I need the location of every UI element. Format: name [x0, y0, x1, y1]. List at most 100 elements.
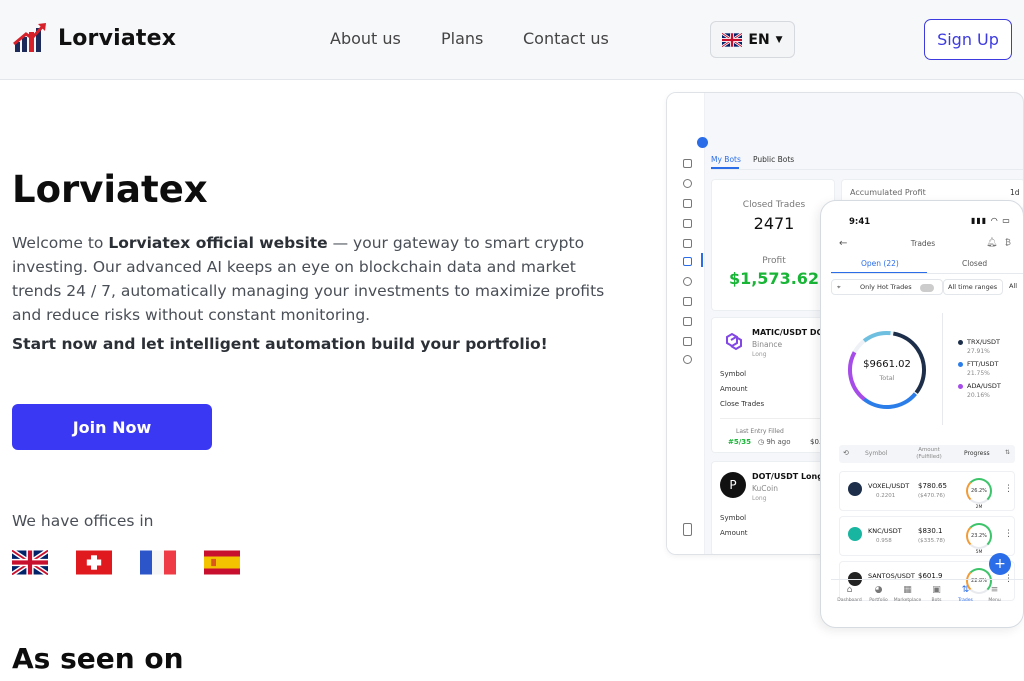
accumulated-period[interactable]: 1d — [1010, 188, 1020, 197]
bottom-nav-label: Portfolio — [869, 598, 888, 603]
bottom-nav-item[interactable]: ▣ Bots — [922, 585, 951, 615]
bottom-nav-icon: ⌂ — [846, 585, 853, 595]
portfolio-icon[interactable] — [683, 179, 692, 188]
site-header: Lorviatex About us Plans Contact us EN ▼… — [0, 0, 1024, 80]
trade-symbol: VOXEL/USDT — [868, 482, 910, 490]
donut-segment-other — [848, 331, 926, 410]
eye-icon[interactable] — [683, 277, 692, 286]
legend-pct: 21.75% — [967, 370, 990, 377]
uk-flag-icon — [722, 32, 743, 47]
header-amount[interactable]: Amount (Fulfilled) — [913, 447, 945, 461]
join-now-button[interactable]: Join Now — [12, 404, 212, 450]
united-kingdom-flag-icon — [12, 550, 48, 575]
closed-trades-label: Closed Trades — [742, 200, 806, 210]
trade-sub: 0.958 — [876, 538, 892, 544]
more-options-icon[interactable]: ⋮ — [1004, 529, 1013, 539]
sign-up-button[interactable]: Sign Up — [924, 19, 1012, 60]
trade-sub: 0.2201 — [876, 493, 896, 499]
coin-icon — [848, 482, 862, 496]
bot2-exchange: KuCoin — [752, 484, 778, 493]
tab-public-bots[interactable]: Public Bots — [753, 155, 794, 164]
users-icon[interactable] — [683, 317, 692, 326]
bottom-nav-item[interactable]: ▦ Marketplace — [893, 585, 922, 615]
bot1-exchange: Binance — [752, 340, 783, 349]
as-seen-on-title: As seen on — [12, 642, 184, 675]
legend-dot — [958, 384, 963, 389]
bots-icon[interactable] — [683, 257, 692, 266]
trade-fulfilled: ($335.78) — [918, 538, 946, 544]
brand-name: Lorviatex — [58, 25, 177, 51]
bottom-nav-icon: ◕ — [874, 585, 883, 595]
tab-my-bots[interactable]: My Bots — [711, 155, 741, 164]
bot1-count: #5/35 — [728, 438, 752, 446]
trades-table-header: ⟲ Symbol Amount (Fulfilled) Progress ⇅ — [839, 445, 1015, 463]
header-progress[interactable]: Progress — [964, 450, 990, 457]
bottom-nav-item[interactable]: ◕ Portfolio — [864, 585, 893, 615]
bottom-nav-icon: ≡ — [990, 585, 999, 595]
dashboard-icon[interactable] — [683, 159, 692, 168]
office-flags — [12, 550, 240, 575]
donut-divider — [942, 313, 943, 425]
profit-label: Profit — [762, 256, 786, 266]
legend-name: FTT/USDT — [967, 360, 999, 368]
header-symbol[interactable]: Symbol — [865, 450, 887, 457]
bottom-nav-label: Trades — [958, 598, 973, 603]
hero-cta-text: Start now and let intelligent automation… — [12, 335, 548, 353]
phone-tab-closed[interactable]: Closed — [962, 259, 987, 268]
all-filter[interactable]: All — [1009, 282, 1017, 290]
sort-icon[interactable]: ⇅ — [1005, 449, 1010, 456]
trade-amount: $780.65 — [918, 482, 947, 490]
trade-row[interactable]: KNC/USDT 0.958 $830.1 ($335.78) 23.2% 5M… — [839, 516, 1015, 556]
history-icon[interactable]: ⟲ — [843, 449, 849, 457]
bottom-nav-icon: ⇅ — [961, 585, 970, 595]
bot1-pair: MATIC/USDT DC — [752, 328, 823, 337]
gear-icon[interactable] — [683, 355, 692, 364]
legend-pct: 27.91% — [967, 348, 990, 355]
trade-progress: 26.2% — [971, 488, 987, 494]
chevron-down-icon: ▼ — [775, 34, 783, 45]
legend-name: TRX/USDT — [967, 338, 1000, 346]
phone-tab-open[interactable]: Open (22) — [861, 259, 899, 268]
offices-label: We have offices in — [12, 512, 154, 530]
dashboard-sidebar — [667, 93, 708, 554]
bottom-nav-label: Menu — [988, 598, 1001, 603]
marketplace-icon[interactable] — [683, 297, 692, 306]
swap-icon[interactable] — [683, 199, 692, 208]
bottom-nav-item[interactable]: ⌂ Dashboard — [835, 585, 864, 615]
switzerland-flag-icon — [76, 550, 112, 575]
hot-trades-toggle[interactable] — [920, 284, 934, 292]
intro-prefix: Welcome to — [12, 234, 109, 252]
bottom-nav-item[interactable]: ⇅ Trades — [951, 585, 980, 615]
bell-icon[interactable]: 🔔︎ — [986, 238, 997, 248]
nav-about-us[interactable]: About us — [330, 29, 401, 48]
hero-title: Lorviatex — [12, 168, 208, 211]
legend-dot — [958, 340, 963, 345]
mobile-icon[interactable] — [683, 523, 692, 536]
hot-trades-filter[interactable]: ⌖ Only Hot Trades — [831, 279, 943, 295]
bot1-time: ◷ 9h ago — [758, 438, 790, 446]
polkadot-logo-icon: P — [720, 472, 746, 498]
bottom-nav-icon: ▦ — [903, 585, 912, 595]
signal-icon[interactable] — [683, 239, 692, 248]
nav-contact-us[interactable]: Contact us — [523, 29, 609, 48]
bitcoin-icon[interactable]: ₿ — [1005, 238, 1011, 247]
bottom-nav-divider — [831, 579, 1023, 580]
collapse-icon[interactable] — [697, 137, 708, 148]
hot-trades-label: Only Hot Trades — [860, 283, 912, 291]
time-range-filter[interactable]: All time ranges — [943, 279, 1003, 295]
brand-logo[interactable]: Lorviatex — [12, 20, 176, 56]
filter-icon: ⌖ — [837, 283, 841, 291]
trade-row[interactable]: VOXEL/USDT 0.2201 $780.65 ($470.76) 26.2… — [839, 471, 1015, 511]
bottom-nav-item[interactable]: ≡ Menu — [980, 585, 1009, 615]
building-icon[interactable] — [683, 337, 692, 346]
nav-plans[interactable]: Plans — [441, 29, 483, 48]
donut-segment-ada — [848, 331, 926, 409]
bottom-nav-icon: ▣ — [932, 585, 941, 595]
language-code: EN — [748, 31, 770, 48]
donut-segment-ftt — [848, 331, 926, 409]
language-selector[interactable]: EN ▼ — [710, 21, 795, 58]
polygon-logo-icon — [721, 330, 745, 354]
more-options-icon[interactable]: ⋮ — [1004, 484, 1013, 494]
chat-icon[interactable] — [683, 219, 692, 228]
add-trade-button[interactable]: + — [989, 553, 1011, 575]
